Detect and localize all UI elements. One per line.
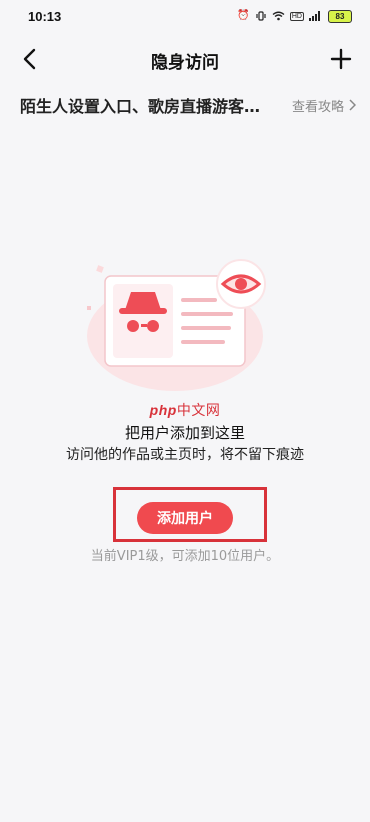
status-bar: 10:13 ⏰ HD 83	[0, 0, 370, 32]
quota-text: 当前VIP1级，可添加10位用户。	[90, 549, 280, 564]
guide-link[interactable]: 查看攻略	[292, 96, 356, 115]
empty-state-title: 把用户添加到这里	[124, 424, 245, 442]
vibrate-icon	[256, 11, 266, 21]
status-time: 10:13	[28, 8, 62, 24]
notice-text: 陌生人设置入口、歌房直播游客…	[20, 97, 261, 116]
watermark-php: php	[149, 402, 177, 418]
wifi-icon	[272, 11, 285, 21]
alarm-icon: ⏰	[237, 10, 250, 21]
watermark-cn: 中文网	[176, 402, 221, 418]
empty-state-description: 访问他的作品或主页时，将不留下痕迹	[66, 447, 304, 463]
incognito-illustration	[87, 259, 266, 391]
battery-icon: 83	[328, 9, 352, 23]
nav-bar: 隐身访问	[0, 38, 370, 80]
notice-bar: 陌生人设置入口、歌房直播游客… 查看攻略	[20, 93, 356, 117]
status-icons: ⏰ HD 83	[237, 9, 352, 23]
guide-link-label: 查看攻略	[291, 99, 344, 115]
plus-icon[interactable]	[328, 46, 354, 72]
add-user-button[interactable]: 添加用户	[137, 502, 233, 534]
chevron-right-icon	[349, 99, 356, 111]
hd-badge: HD	[289, 11, 304, 21]
signal-icon	[309, 11, 320, 21]
watermark: php中文网	[0, 400, 370, 420]
page-title: 隐身访问	[151, 53, 219, 73]
